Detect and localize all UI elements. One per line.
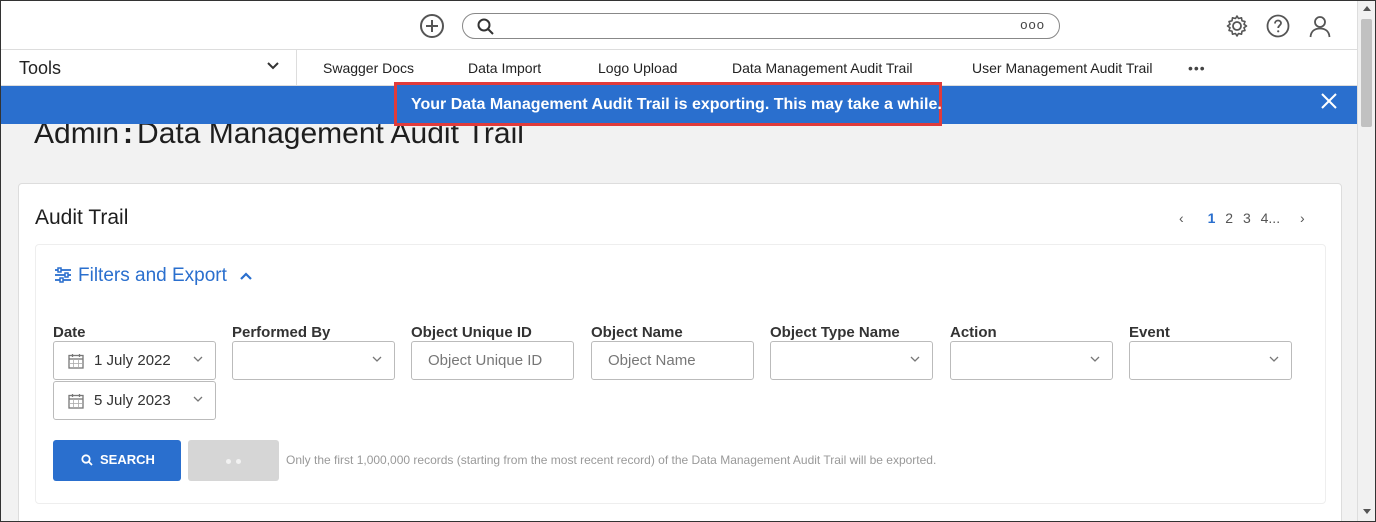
- filters-toggle[interactable]: Filters and Export: [54, 265, 258, 287]
- filters-label: Filters and Export: [78, 265, 227, 286]
- help-icon[interactable]: [1266, 14, 1290, 38]
- global-search-input[interactable]: ooo: [462, 13, 1060, 39]
- pager-page-3[interactable]: 3: [1243, 210, 1251, 226]
- pager-page-1[interactable]: 1: [1208, 210, 1216, 226]
- loading-dot: [226, 459, 231, 464]
- event-select[interactable]: [1129, 341, 1292, 380]
- tools-dropdown[interactable]: Tools: [1, 50, 297, 86]
- filters-panel: Filters and Export Date Performed By Obj…: [35, 244, 1326, 504]
- calendar-icon: [68, 354, 84, 369]
- object-type-name-label: Object Type Name: [770, 324, 900, 341]
- event-label: Event: [1129, 324, 1170, 341]
- nav-link-data-import[interactable]: Data Import: [468, 60, 541, 76]
- sliders-icon: [55, 267, 71, 283]
- chevron-down-icon: [372, 356, 382, 362]
- pager-page-2[interactable]: 2: [1225, 210, 1233, 226]
- banner-message: Your Data Management Audit Trail is expo…: [411, 96, 942, 113]
- close-icon[interactable]: [1321, 93, 1337, 109]
- object-name-field: [591, 341, 754, 380]
- nav-link-swagger-docs[interactable]: Swagger Docs: [323, 60, 414, 76]
- object-type-name-select[interactable]: [770, 341, 933, 380]
- pagination: ‹ 1 2 3 4... ›: [1179, 210, 1311, 226]
- chevron-down-icon: [267, 62, 279, 70]
- vertical-scrollbar[interactable]: [1357, 1, 1375, 521]
- search-icon: [477, 18, 494, 35]
- more-icon[interactable]: •••: [1188, 60, 1206, 76]
- gear-icon[interactable]: [1225, 14, 1249, 38]
- object-unique-id-input[interactable]: [412, 342, 573, 379]
- pager-prev-icon[interactable]: ‹: [1179, 210, 1184, 226]
- card-title: Audit Trail: [35, 206, 129, 229]
- chevron-up-icon: [240, 272, 252, 280]
- performed-by-label: Performed By: [232, 324, 331, 341]
- chevron-down-icon: [193, 396, 203, 402]
- nav-link-user-management-audit-trail[interactable]: User Management Audit Trail: [972, 60, 1153, 76]
- date-label: Date: [53, 324, 86, 341]
- date-from-value: 1 July 2022: [94, 352, 171, 369]
- search-button[interactable]: SEARCH: [53, 440, 181, 481]
- loading-dot: [236, 459, 241, 464]
- scroll-down-arrow[interactable]: [1363, 509, 1371, 514]
- search-options-icon[interactable]: ooo: [1020, 17, 1045, 32]
- date-to-value: 5 July 2023: [94, 392, 171, 409]
- banner-highlight: Your Data Management Audit Trail is expo…: [394, 82, 942, 126]
- scroll-thumb[interactable]: [1361, 19, 1372, 127]
- search-button-label: SEARCH: [100, 452, 155, 467]
- object-name-label: Object Name: [591, 324, 683, 341]
- chevron-down-icon: [1090, 356, 1100, 362]
- nav-link-logo-upload[interactable]: Logo Upload: [598, 60, 677, 76]
- chevron-down-icon: [1269, 356, 1279, 362]
- action-select[interactable]: [950, 341, 1113, 380]
- pager-ellipsis: ...: [1268, 210, 1281, 226]
- tools-nav-bar: Tools Swagger Docs Data Import Logo Uplo…: [1, 50, 1357, 86]
- search-icon: [81, 454, 93, 466]
- export-button-loading[interactable]: [188, 440, 279, 481]
- app-window: ooo Tools Swagger Docs Data Import Logo …: [0, 0, 1376, 522]
- chevron-down-icon: [910, 356, 920, 362]
- audit-trail-card: Audit Trail ‹ 1 2 3 4... › Filters and E…: [18, 183, 1342, 521]
- action-label: Action: [950, 324, 997, 341]
- object-unique-id-field: [411, 341, 574, 380]
- object-name-input[interactable]: [592, 342, 753, 379]
- user-icon[interactable]: [1308, 14, 1332, 38]
- date-from-picker[interactable]: 1 July 2022: [53, 341, 216, 380]
- tools-label: Tools: [19, 58, 62, 78]
- export-note: Only the first 1,000,000 records (starti…: [286, 453, 937, 467]
- chevron-down-icon: [193, 356, 203, 362]
- nav-link-data-management-audit-trail[interactable]: Data Management Audit Trail: [732, 60, 913, 76]
- add-icon[interactable]: [420, 14, 444, 38]
- scroll-up-arrow[interactable]: [1363, 6, 1371, 11]
- pager-next-icon[interactable]: ›: [1300, 210, 1305, 226]
- date-to-picker[interactable]: 5 July 2023: [53, 381, 216, 420]
- performed-by-select[interactable]: [232, 341, 395, 380]
- top-bar: ooo: [1, 1, 1357, 50]
- calendar-icon: [68, 394, 84, 409]
- object-unique-id-label: Object Unique ID: [411, 324, 532, 341]
